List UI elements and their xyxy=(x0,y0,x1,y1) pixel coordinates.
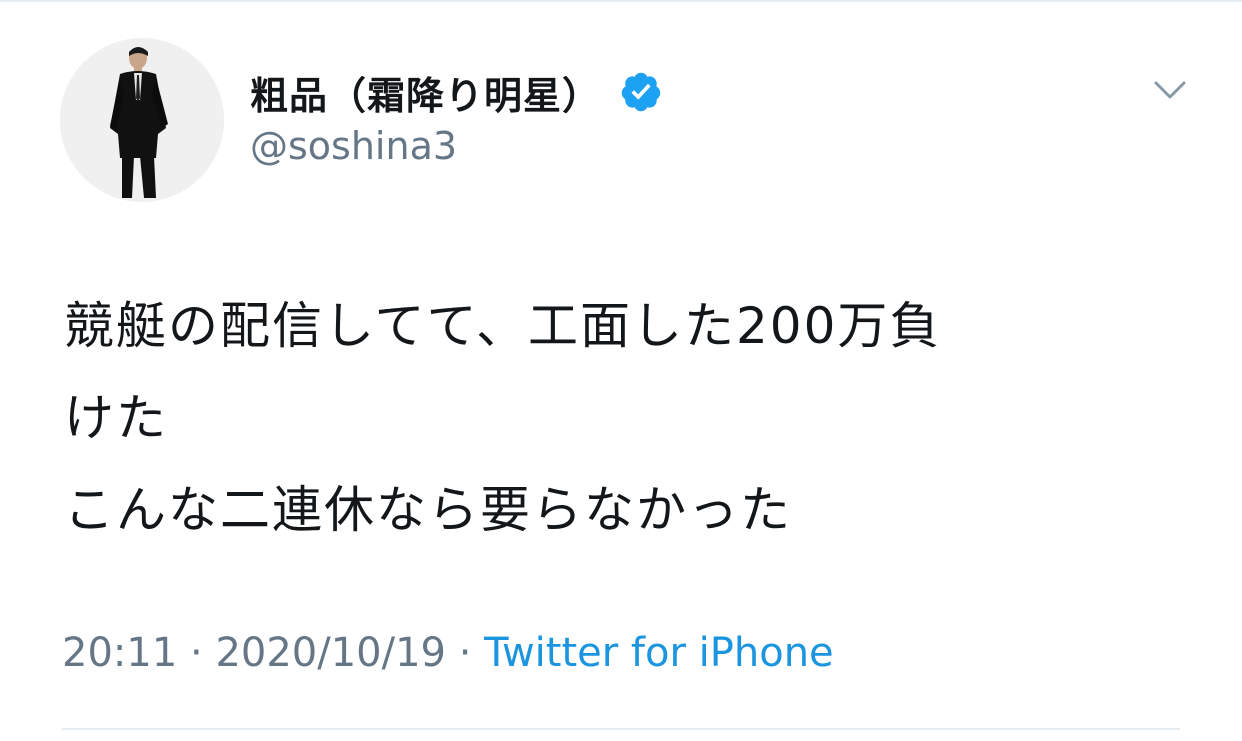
display-name[interactable]: 粗品（霜降り明星） xyxy=(250,65,601,120)
tweet-meta: 20:11 · 2020/10/19 · Twitter for iPhone xyxy=(62,630,834,676)
avatar[interactable] xyxy=(60,38,224,202)
author-handle[interactable]: @soshina3 xyxy=(250,124,457,168)
meta-separator: · xyxy=(458,630,472,676)
bottom-divider xyxy=(62,728,1180,730)
tweet-source-link[interactable]: Twitter for iPhone xyxy=(484,630,834,676)
meta-separator: · xyxy=(190,630,203,676)
tweet-time[interactable]: 20:11 xyxy=(62,630,177,676)
verified-badge-icon xyxy=(619,70,663,114)
tweet-text-line: こんな二連休なら要らなかった xyxy=(64,481,792,539)
chevron-down-icon[interactable] xyxy=(1150,70,1190,110)
top-divider xyxy=(0,0,1242,2)
tweet-text: 競艇の配信してて、工面した200万負 けた こんな二連休なら要らなかった xyxy=(64,280,1184,556)
tweet-date[interactable]: 2020/10/19 xyxy=(215,630,446,676)
tweet-text-line: 競艇の配信してて、工面した200万負 xyxy=(64,297,942,355)
author-name-row: 粗品（霜降り明星） xyxy=(250,62,663,122)
tweet-text-line: けた xyxy=(64,389,168,447)
avatar-image xyxy=(60,38,224,202)
